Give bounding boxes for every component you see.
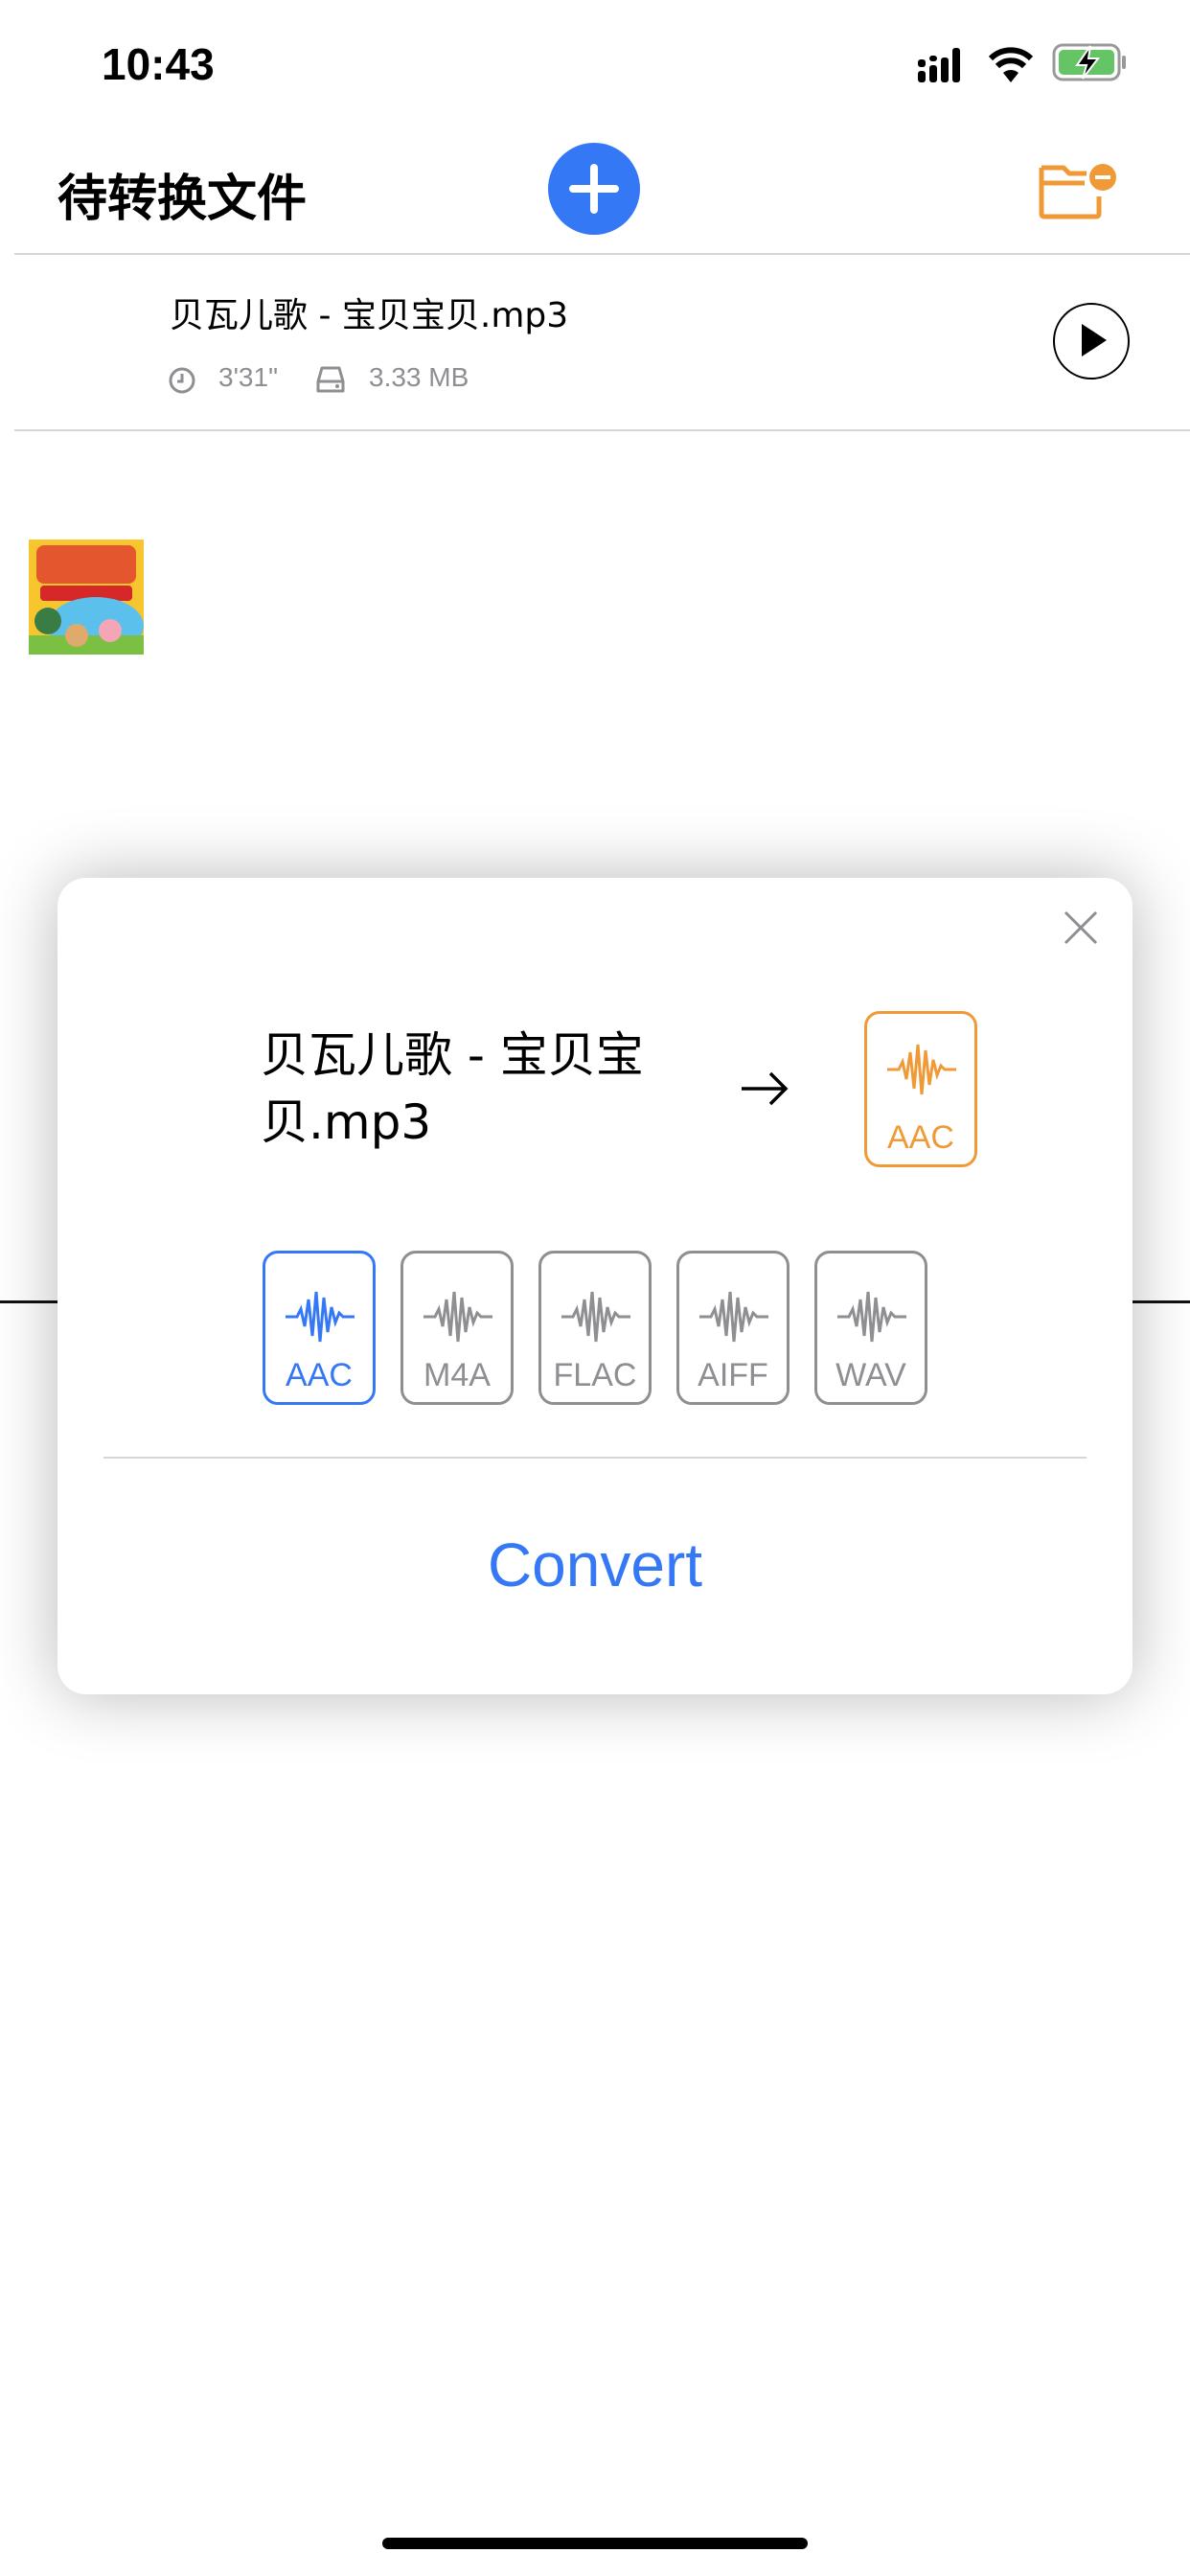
waveform-icon [837, 1291, 906, 1343]
format-option-aiff[interactable]: AIFF [676, 1251, 790, 1405]
arrow-right-icon [742, 1071, 789, 1106]
format-option-aac[interactable]: AAC [263, 1251, 376, 1405]
page-title: 待转换文件 [57, 171, 308, 228]
folder-minus-icon[interactable] [1037, 158, 1118, 220]
play-icon [1082, 324, 1107, 356]
convert-dialog: 贝瓦儿歌 - 宝贝宝贝.mp3 AAC AAC M4A FLAC AIFF WA… [57, 878, 1133, 1694]
waveform-icon [887, 1044, 956, 1095]
album-thumbnail [29, 540, 144, 655]
format-option-wav[interactable]: WAV [814, 1251, 927, 1405]
plus-icon [569, 164, 619, 214]
waveform-icon [699, 1291, 768, 1343]
storage-icon [316, 366, 345, 393]
format-label: M4A [423, 1357, 491, 1393]
battery-charging-icon [1052, 43, 1126, 81]
format-label: AIFF [698, 1357, 768, 1393]
file-size: 3.33 MB [369, 362, 469, 392]
format-option-m4a[interactable]: M4A [400, 1251, 514, 1405]
status-time: 10:43 [102, 39, 215, 89]
list-divider [14, 429, 1190, 431]
add-file-button[interactable] [548, 143, 640, 235]
target-format-label: AAC [887, 1119, 954, 1156]
home-indicator[interactable] [382, 2538, 808, 2549]
convert-button[interactable]: Convert [57, 1530, 1133, 1600]
format-label: WAV [835, 1357, 906, 1393]
format-option-flac[interactable]: FLAC [538, 1251, 652, 1405]
waveform-icon [423, 1291, 492, 1343]
file-list-item[interactable]: 贝瓦儿歌 - 宝贝宝贝.mp3 3'31" 3.33 MB [0, 255, 1190, 655]
close-icon[interactable] [1062, 908, 1100, 947]
waveform-icon [561, 1291, 630, 1343]
file-name: 贝瓦儿歌 - 宝贝宝贝.mp3 [170, 296, 569, 335]
wifi-icon [988, 47, 1034, 82]
file-duration: 3'31" [218, 362, 279, 392]
dialog-divider [103, 1457, 1087, 1459]
target-format-badge: AAC [864, 1011, 977, 1167]
clock-icon [169, 367, 195, 394]
format-label: AAC [286, 1357, 353, 1393]
signal-icon [918, 48, 960, 82]
waveform-icon [286, 1291, 355, 1343]
format-label: FLAC [553, 1357, 637, 1393]
play-button[interactable] [1053, 303, 1130, 380]
dialog-file-name: 贝瓦儿歌 - 宝贝宝贝.mp3 [261, 1027, 644, 1150]
